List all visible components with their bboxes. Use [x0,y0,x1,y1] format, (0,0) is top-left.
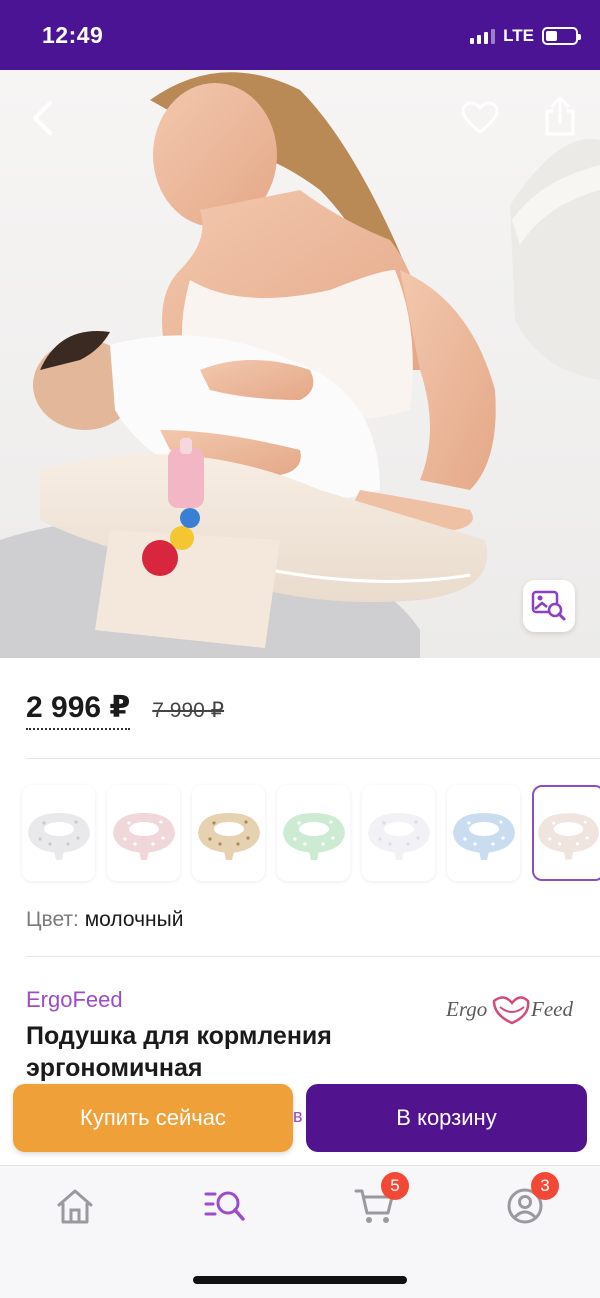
tab-profile[interactable]: 3 [495,1172,559,1228]
network-type: LTE [503,26,534,45]
product-title: Подушка для кормления эргономичная [26,1022,332,1082]
price-row: 2 996 ₽ 7 990 ₽ [26,690,224,730]
product-photo [0,70,600,658]
favorite-button[interactable] [458,96,502,140]
divider [26,956,600,957]
divider [26,758,600,759]
home-icon [57,1189,93,1224]
pillow-thumbnail-image [197,813,260,860]
status-bar: 12:49 LTE [0,0,600,70]
color-label: Цвет: [26,908,79,931]
home-indicator [193,1276,407,1284]
price-current[interactable]: 2 996 ₽ [26,690,131,730]
color-thumbnail[interactable] [22,785,95,881]
image-search-button[interactable] [523,580,575,632]
color-thumbnail[interactable] [192,785,265,881]
color-thumbnails [22,785,600,881]
color-thumbnail[interactable] [277,785,350,881]
color-thumbnail[interactable] [532,785,600,881]
pillow-thumbnail-image [367,813,430,860]
chevron-left-icon [33,101,52,135]
add-to-cart-button[interactable]: В корзину [306,1084,587,1152]
back-button[interactable] [22,98,62,138]
buy-now-button[interactable]: Купить сейчас [13,1084,293,1152]
color-thumbnail[interactable] [362,785,435,881]
tab-home[interactable] [45,1184,105,1228]
share-button[interactable] [538,94,582,138]
status-time: 12:49 [42,22,104,48]
pillow-thumbnail-image [112,813,175,860]
signal-icon [470,28,496,44]
color-value: молочный [84,908,184,931]
cart-badge: 5 [381,1172,409,1200]
product-gallery[interactable] [0,70,600,658]
battery-icon [542,27,581,45]
peek-text: в [293,1106,303,1126]
image-search-icon [531,590,566,621]
status-indicators: LTE [470,26,581,46]
tab-catalog[interactable] [195,1184,255,1228]
brand-logo-right: Feed [530,997,573,1021]
pillow-thumbnail-image [282,813,345,860]
brand-logo-left: Ergo [446,997,487,1021]
profile-badge: 3 [531,1172,559,1200]
pillow-thumbnail-image [452,813,515,860]
color-thumbnail[interactable] [447,785,520,881]
tab-cart[interactable]: 5 [345,1172,409,1228]
pillow-thumbnail-image [27,813,90,860]
price-old: 7 990 ₽ [152,699,225,722]
color-thumbnail[interactable] [107,785,180,881]
share-icon [545,96,575,136]
color-row: Цвет: молочный [26,908,183,932]
brand-logo[interactable]: Ergo Feed [445,991,578,1027]
brand-link[interactable]: ErgoFeed [26,987,123,1013]
pillow-thumbnail-image [537,813,600,860]
catalog-search-icon [204,1191,245,1221]
heart-icon [461,101,499,134]
